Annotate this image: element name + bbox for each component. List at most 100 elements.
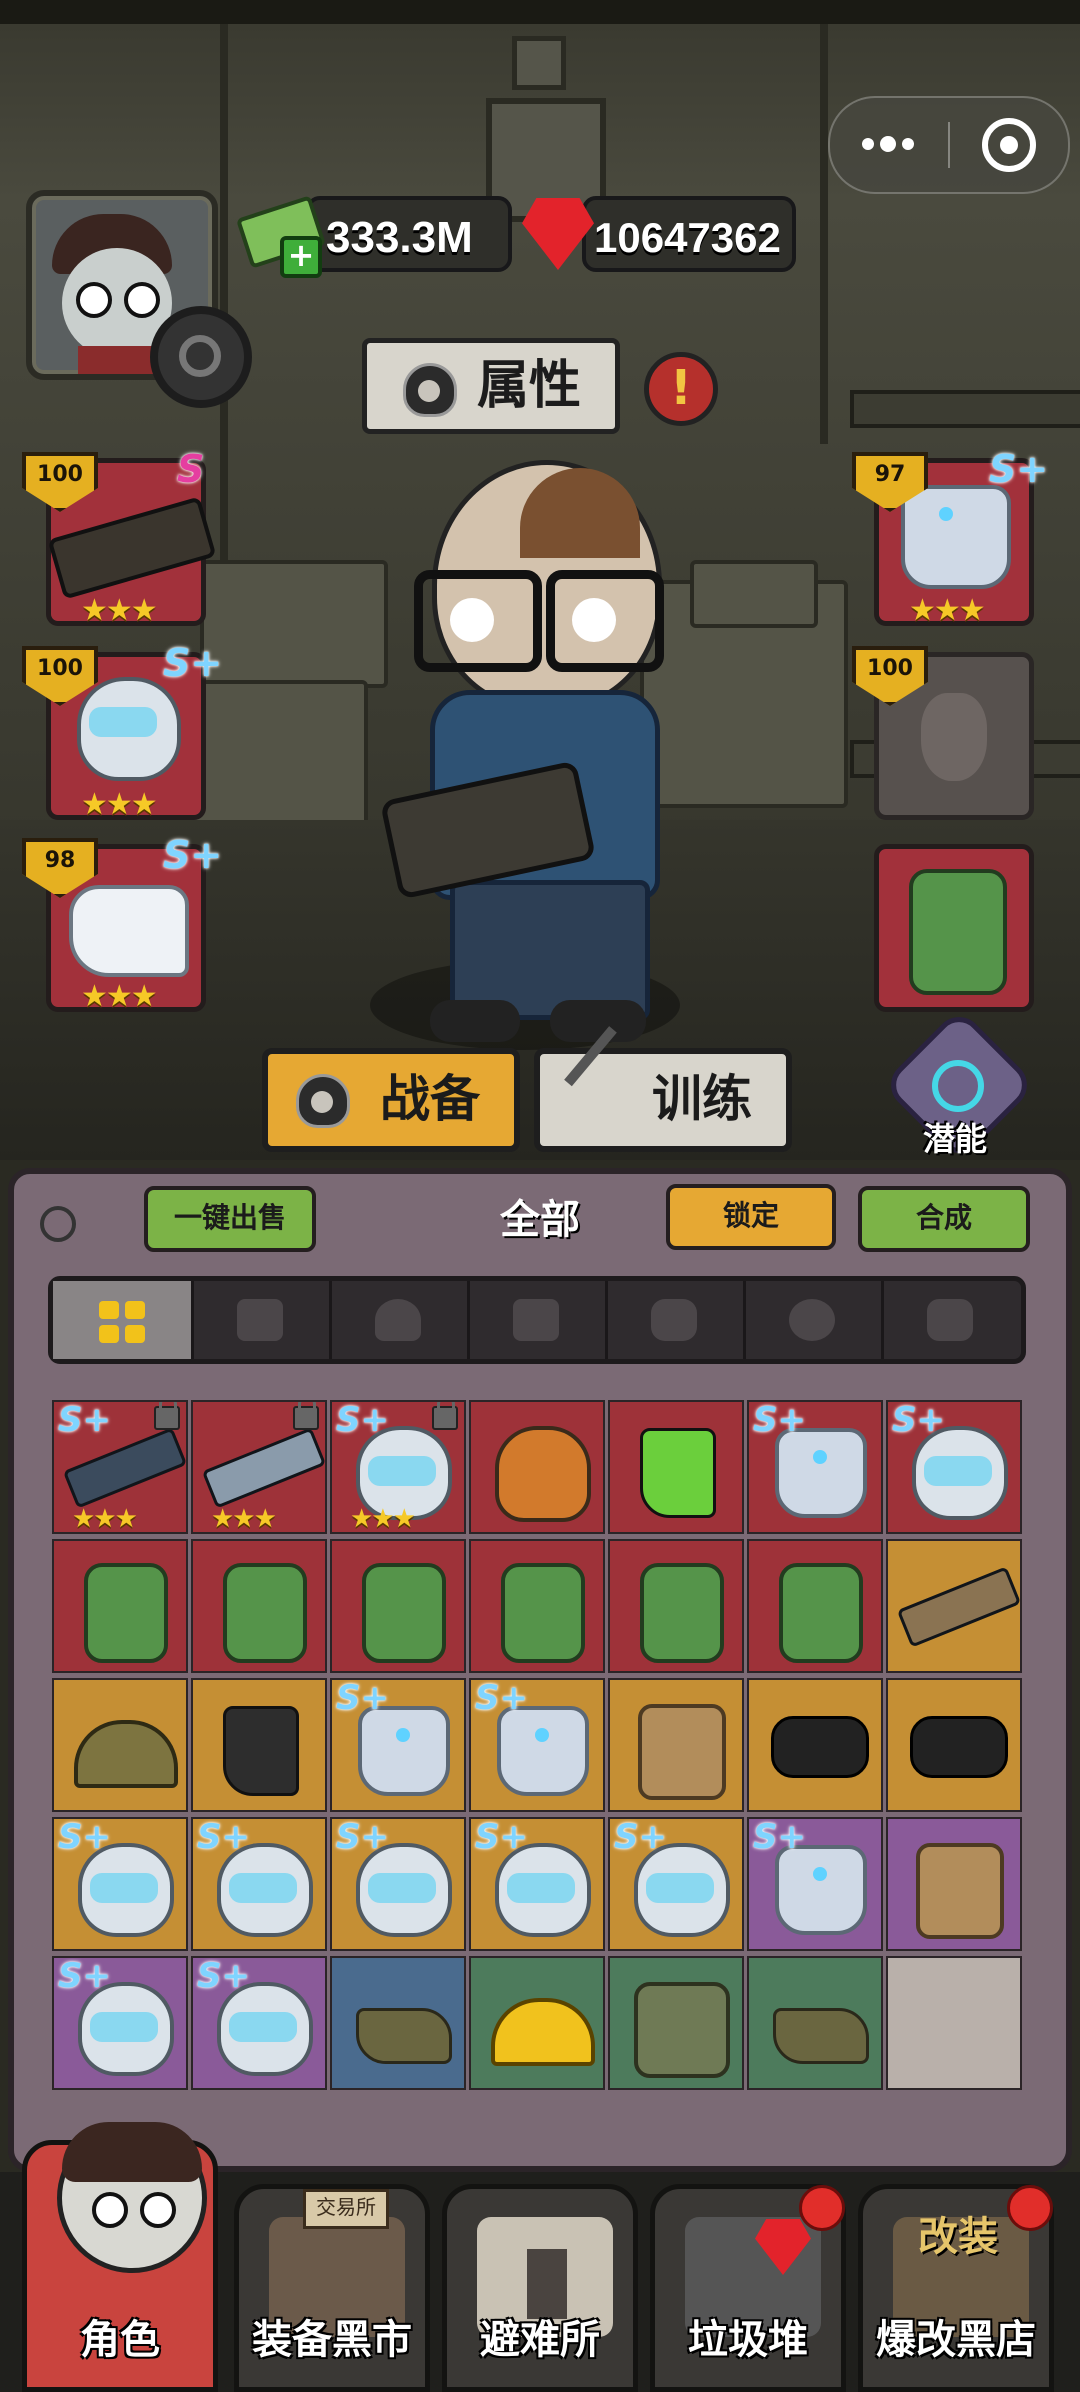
grade-label: S+ xyxy=(58,1400,111,1440)
inventory-item[interactable] xyxy=(191,1539,327,1673)
backpack-icon xyxy=(362,1563,446,1663)
sell-all-button[interactable]: 一键出售 xyxy=(144,1186,316,1252)
inventory-item[interactable] xyxy=(330,1539,466,1673)
inventory-item[interactable]: S+ xyxy=(330,1817,466,1951)
close-circle-icon[interactable] xyxy=(982,118,1036,172)
filter-helmet[interactable] xyxy=(329,1281,470,1359)
inventory-item[interactable]: S+ xyxy=(52,1956,188,2090)
inventory-item[interactable]: S+ xyxy=(469,1678,605,1812)
grade-label: S+ xyxy=(475,1678,528,1718)
inventory-item[interactable] xyxy=(191,1678,327,1812)
filter-weapon[interactable] xyxy=(191,1281,332,1359)
potential-button[interactable]: 潜能 xyxy=(881,1007,1037,1163)
category-title: 全部 xyxy=(500,1197,580,1243)
helmet-icon xyxy=(634,1843,730,1937)
mask-icon xyxy=(789,1299,835,1341)
hood-icon xyxy=(296,1074,350,1128)
inventory-item[interactable]: S+ xyxy=(608,1817,744,1951)
inventory-item[interactable]: S+ xyxy=(191,1817,327,1951)
tab-train[interactable]: 训练 xyxy=(534,1026,792,1152)
scarf-icon xyxy=(773,2008,869,2064)
inventory-empty-slot[interactable] xyxy=(886,1956,1022,2090)
merge-button[interactable]: 合成 xyxy=(858,1186,1030,1252)
inventory-item[interactable] xyxy=(886,1678,1022,1812)
grade-label: S+ xyxy=(336,1400,389,1440)
settings-gear-icon[interactable] xyxy=(150,306,252,408)
inventory-item[interactable]: S+ xyxy=(469,1817,605,1951)
inventory-item[interactable] xyxy=(469,1400,605,1534)
attribute-button[interactable]: 属性 xyxy=(362,338,620,434)
grade-label: S+ xyxy=(58,1817,111,1857)
star-rating: ★★★ xyxy=(81,593,158,628)
inventory-item[interactable] xyxy=(330,1956,466,2090)
vest-icon xyxy=(638,1704,726,1800)
inventory-item[interactable] xyxy=(52,1539,188,1673)
launcher-icon xyxy=(201,1427,325,1509)
more-icon[interactable] xyxy=(862,134,914,154)
grade-label: S+ xyxy=(614,1817,667,1857)
character-face-icon xyxy=(57,2122,207,2273)
inventory-item[interactable]: ★★★ xyxy=(191,1400,327,1534)
grade-label: S+ xyxy=(892,1400,945,1440)
pants-icon xyxy=(513,1299,559,1341)
inventory-item[interactable] xyxy=(747,1678,883,1812)
nav-black-market[interactable]: 交易所 装备黑市 xyxy=(234,2184,430,2392)
gem-value: 10647362 xyxy=(594,214,781,261)
nav-shelter-label: 避难所 xyxy=(480,2317,600,2363)
inventory-item[interactable]: S+ xyxy=(52,1817,188,1951)
inventory-item[interactable]: S+ xyxy=(747,1817,883,1951)
inventory-item[interactable] xyxy=(747,1956,883,2090)
inventory-item[interactable] xyxy=(608,1678,744,1812)
inventory-item[interactable]: S+ xyxy=(330,1678,466,1812)
tab-gear[interactable]: 战备 xyxy=(262,1048,520,1152)
vest-icon xyxy=(916,1843,1004,1939)
hard-hat-icon xyxy=(491,1998,595,2066)
gun-icon xyxy=(237,1299,283,1341)
nav-shelter[interactable]: 避难所 xyxy=(442,2184,638,2392)
helmet-icon xyxy=(375,1299,421,1341)
inventory-item[interactable] xyxy=(52,1678,188,1812)
nav-mod-shop[interactable]: 改装 爆改黑店 xyxy=(858,2184,1054,2392)
backpack-icon xyxy=(909,869,1007,995)
inventory-item[interactable] xyxy=(886,1817,1022,1951)
inventory-item[interactable]: S+ ★★★ xyxy=(52,1400,188,1534)
shelf xyxy=(850,390,1080,428)
inventory-item[interactable]: S+ xyxy=(747,1400,883,1534)
lock-button[interactable]: 锁定 xyxy=(666,1184,836,1250)
inventory-item[interactable]: S+ xyxy=(191,1956,327,2090)
inventory-item[interactable]: S+ ★★★ xyxy=(330,1400,466,1534)
helmet-icon xyxy=(217,1843,313,1937)
cash-icon[interactable]: + xyxy=(235,195,327,278)
star-rating: ★★★ xyxy=(909,593,986,628)
inventory-item[interactable]: S+ xyxy=(886,1400,1022,1534)
alert-badge[interactable]: ! xyxy=(644,352,718,426)
player-character xyxy=(370,440,710,1050)
inventory-item[interactable] xyxy=(608,1956,744,2090)
inventory-item[interactable] xyxy=(608,1539,744,1673)
menu-capsule[interactable] xyxy=(828,96,1070,194)
grade-label: S xyxy=(177,447,205,491)
inventory-item[interactable] xyxy=(886,1539,1022,1673)
grade-label: S+ xyxy=(753,1400,806,1440)
filter-backpack[interactable] xyxy=(881,1281,1019,1359)
inventory-item[interactable] xyxy=(747,1539,883,1673)
inventory-item[interactable] xyxy=(469,1539,605,1673)
nav-junk[interactable]: 垃圾堆 xyxy=(650,2184,846,2392)
nav-mod-shop-label: 爆改黑店 xyxy=(876,2317,1036,2363)
helmet-icon xyxy=(495,1843,591,1937)
backpack-icon xyxy=(640,1563,724,1663)
filter-armor[interactable] xyxy=(605,1281,746,1359)
grade-label: S+ xyxy=(163,641,223,685)
filter-mask[interactable] xyxy=(743,1281,884,1359)
nav-role[interactable]: 角色 xyxy=(22,2122,218,2392)
screw-icon xyxy=(40,1206,76,1242)
nav-black-market-label: 装备黑市 xyxy=(252,2317,412,2363)
filter-all[interactable] xyxy=(53,1281,194,1359)
equip-slot-backpack[interactable] xyxy=(874,844,1034,1012)
inventory-item[interactable] xyxy=(608,1400,744,1534)
filter-pants[interactable] xyxy=(467,1281,608,1359)
night-vision-icon xyxy=(771,1716,869,1778)
backpack-icon xyxy=(223,1563,307,1663)
inventory-item[interactable] xyxy=(469,1956,605,2090)
armor-icon xyxy=(358,1706,450,1796)
